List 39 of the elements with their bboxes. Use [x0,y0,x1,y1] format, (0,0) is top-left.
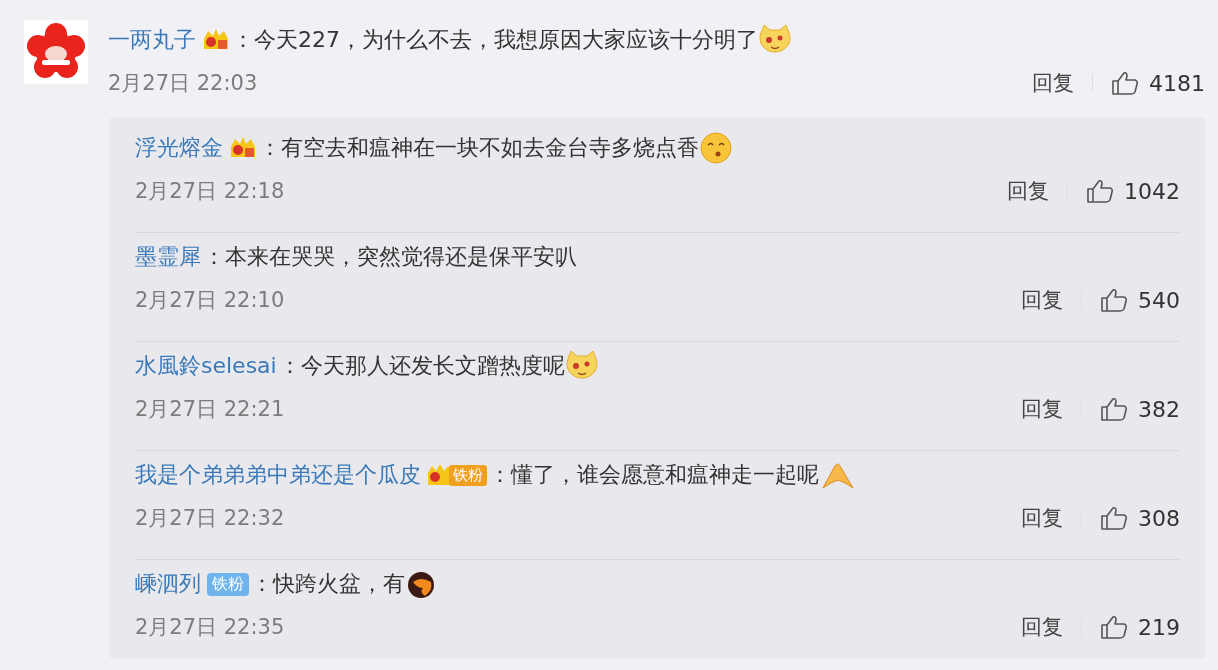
like-count: 308 [1138,505,1180,531]
username[interactable]: 嵊泗列 [135,569,201,599]
reply-button[interactable]: 回复 [1021,504,1063,532]
username[interactable]: 我是个弟弟弟中弟还是个瓜皮 [135,460,421,490]
reply-text: ：懂了，谁会愿意和瘟神走一起呢 [489,461,819,489]
reply-text: ：本来在哭哭，突然觉得还是保平安叭 [203,243,577,271]
reply-button[interactable]: 回复 [1021,395,1063,423]
comment-text: ：今天227，为什么不去，我想原因大家应该十分明了 [232,26,758,54]
thumbs-up-icon[interactable] [1100,614,1128,640]
reply-time: 2月27日 22:35 [135,614,285,641]
like-count: 382 [1138,396,1180,422]
comment-time: 2月27日 22:03 [108,70,258,97]
username[interactable]: 一两丸子 [108,25,196,55]
thumbs-up-icon[interactable] [1111,70,1139,96]
thumbs-up-icon[interactable] [1100,287,1128,313]
reply-text: ：有空去和瘟神在一块不如去金台寺多烧点香 [259,134,699,162]
username[interactable]: 浮光熔金 [135,133,223,163]
fan-badge: 铁粉 [207,572,249,596]
thumbs-up-icon[interactable] [1100,396,1128,422]
kissing-face-emoji-icon [699,131,733,165]
like-count: 1042 [1124,178,1180,204]
reply-time: 2月27日 22:21 [135,396,285,423]
thumbs-up-icon[interactable] [1086,178,1114,204]
reply-text: ：今天那人还发长文蹭热度呢 [278,352,565,380]
username[interactable]: 水風鈴selesai [135,351,277,381]
reply-time: 2月27日 22:18 [135,178,285,205]
thumbs-up-icon[interactable] [1100,505,1128,531]
reply-button[interactable]: 回复 [1032,69,1074,97]
like-count: 540 [1138,287,1180,313]
like-count: 219 [1138,614,1180,640]
username[interactable]: 墨霊犀 [135,242,201,272]
reply-button[interactable]: 回复 [1007,177,1049,205]
reply-text: ：快跨火盆，有 [251,570,405,598]
reply-time: 2月27日 22:32 [135,505,285,532]
avatar[interactable] [24,20,88,84]
reply-time: 2月27日 22:10 [135,287,285,314]
reply-button[interactable]: 回复 [1021,613,1063,641]
reply-button[interactable]: 回复 [1021,286,1063,314]
like-count: 4181 [1149,70,1205,96]
